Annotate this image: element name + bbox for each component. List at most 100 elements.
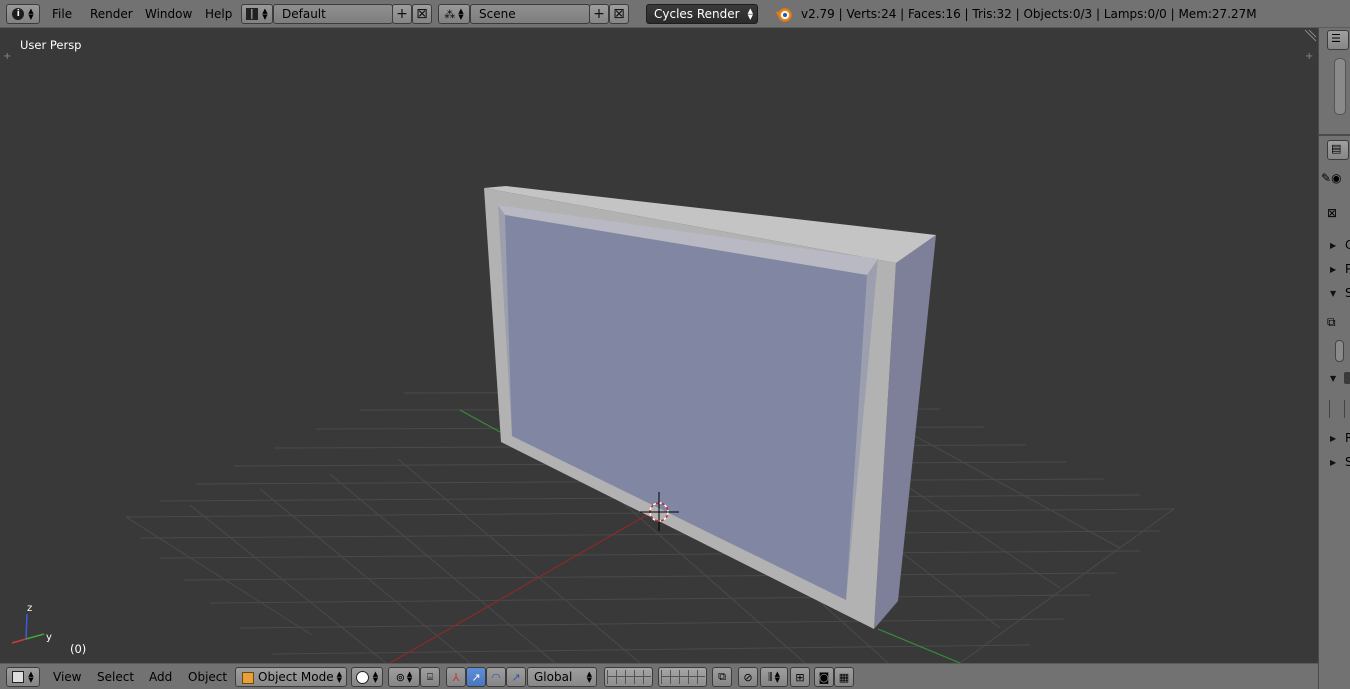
proportional-editing-button[interactable]: ⊘ — [738, 667, 758, 687]
panel-header-s2[interactable]: S — [1345, 455, 1350, 469]
viewport-shading-dropdown[interactable]: ▲ ▼ — [351, 667, 383, 687]
interaction-mode-dropdown[interactable]: Object Mode ▲ ▼ — [235, 667, 347, 687]
rotate-arc-icon: ◠ — [491, 670, 501, 684]
add-scene-button[interactable]: + — [589, 4, 609, 24]
close-icon: ⊠ — [613, 6, 625, 22]
manipulate-center-icon: ⌸ — [427, 671, 433, 683]
area-split-widget-left[interactable]: + — [3, 51, 11, 62]
scene-field[interactable]: Scene — [470, 4, 590, 24]
axis-label-y: y — [46, 632, 52, 643]
object-mode-icon — [242, 672, 254, 684]
scene-layers-1-button[interactable] — [604, 667, 653, 687]
info-header: i ▲ ▼ File Render Window Help ▲ ▼ Default … — [0, 0, 1350, 28]
chevron-updown-icon: ▲ ▼ — [28, 7, 34, 21]
clapboard-icon: ▦ — [838, 670, 850, 684]
menu-file[interactable]: File — [52, 7, 72, 21]
scene-layers-2-button[interactable] — [658, 667, 707, 687]
panel-header-r[interactable]: R — [1345, 431, 1350, 445]
pivot-only-locations-button[interactable]: ⌸ — [420, 667, 440, 687]
menu-window[interactable]: Window — [145, 7, 192, 21]
outliner-scrollbar[interactable] — [1334, 58, 1346, 115]
area-divider[interactable] — [1319, 134, 1350, 136]
manipulator-icon: ⅄ — [452, 670, 460, 684]
menu-object[interactable]: Object — [188, 670, 227, 684]
menu-help[interactable]: Help — [205, 7, 232, 21]
axis-label-z: z — [27, 603, 32, 614]
viewport-scene[interactable]: z y + + — [0, 28, 1318, 663]
panel-collapse-triangle[interactable]: ▶ — [1330, 458, 1336, 467]
menu-render[interactable]: Render — [90, 7, 133, 21]
chevron-updown-icon: ▲ ▼ — [406, 670, 413, 684]
snap-increment-icon: ⫼ — [768, 671, 773, 683]
panel-slider[interactable] — [1335, 340, 1344, 362]
render-engine-dropdown[interactable]: Cycles Render ▲ ▼ — [646, 4, 758, 24]
device-icon: ⧉ — [1327, 315, 1336, 329]
scene-selector[interactable]: ⁂ ▲ ▼ — [438, 4, 470, 24]
rotate-manipulator-button[interactable]: ◠ — [486, 667, 506, 687]
chevron-updown-icon: ▲ ▼ — [336, 670, 342, 684]
pin-icon: ✎ — [1321, 171, 1332, 185]
panel-collapse-triangle[interactable]: ▶ — [1330, 434, 1336, 443]
editor-type-selector[interactable]: i ▲ ▼ — [6, 4, 40, 24]
properties-icon: ▤ — [1331, 142, 1342, 155]
panel-header-c[interactable]: C — [1345, 238, 1350, 252]
screen-layout-field[interactable]: Default — [273, 4, 393, 24]
remove-scene-button[interactable]: ⊠ — [609, 4, 629, 24]
translate-manipulator-button[interactable]: ↗ — [466, 667, 486, 687]
area-split-widget-right[interactable]: + — [1305, 51, 1313, 62]
remove-layout-button[interactable]: ⊠ — [412, 4, 432, 24]
scale-manipulator-button[interactable]: ↗ — [506, 667, 526, 687]
render-tab-button[interactable]: ⊠ — [1327, 206, 1347, 224]
screen-layout-selector[interactable]: ▲ ▼ — [241, 4, 273, 24]
render-camera-icon: ⊠ — [1327, 206, 1338, 220]
layers-grid-icon — [660, 670, 705, 684]
chevron-updown-icon: ▲ ▼ — [774, 670, 780, 684]
panel-slider-pair[interactable] — [1329, 400, 1345, 418]
plus-icon: + — [396, 6, 408, 22]
properties-editor-type-button[interactable]: ▤ — [1327, 140, 1349, 160]
add-layout-button[interactable]: + — [392, 4, 412, 24]
snap-toggle-button[interactable]: ⊞ — [790, 667, 810, 687]
panel-collapse-triangle[interactable]: ▶ — [1330, 265, 1336, 274]
chevron-updown-icon: ▲ ▼ — [458, 7, 464, 21]
snap-element-dropdown[interactable]: ⫼ ▲ ▼ — [760, 667, 788, 687]
editor-type-selector-3d[interactable]: ▲ ▼ — [6, 667, 40, 687]
lock-camera-layers-button[interactable]: ⧉ — [712, 667, 732, 687]
menu-view[interactable]: View — [53, 670, 81, 684]
panel-collapse-triangle[interactable]: ▶ — [1330, 241, 1336, 250]
scene-icon: ⁂ — [444, 7, 456, 21]
scale-icon: ↗ — [511, 670, 521, 684]
layout-grid-icon — [246, 8, 259, 20]
blender-logo-icon — [776, 8, 792, 22]
layers-grid-icon — [606, 670, 651, 684]
scene-name: Scene — [479, 7, 516, 21]
device-dropdown-button[interactable]: ⧉ — [1327, 315, 1347, 333]
area-resize-corner[interactable] — [1304, 29, 1317, 42]
panel-header-p[interactable]: P — [1345, 262, 1350, 276]
frame-object[interactable] — [484, 186, 936, 629]
menu-select[interactable]: Select — [97, 670, 134, 684]
layer-lock-icon: ⧉ — [718, 670, 726, 683]
panel-checkbox[interactable] — [1344, 372, 1350, 384]
camera-render-icon: ◙ — [818, 670, 830, 684]
chevron-updown-icon: ▲ ▼ — [586, 670, 592, 684]
chevron-updown-icon: ▲ ▼ — [28, 670, 34, 684]
manipulator-toggle-button[interactable]: ⅄ — [446, 667, 466, 687]
properties-editor-edge: ☰ ▤ ✎◉ ⊠ ▶ C ▶ P ▼ S ⧉ ▼ ▶ R ▶ S — [1318, 28, 1350, 689]
panel-header-s[interactable]: S — [1345, 286, 1350, 300]
snap-magnet-icon: ⊞ — [795, 670, 805, 684]
menu-add[interactable]: Add — [149, 670, 172, 684]
screen-face — [505, 215, 867, 600]
chevron-updown-icon: ▲ ▼ — [747, 7, 753, 21]
3d-viewport[interactable]: z y + + User Persp (0) — [0, 28, 1318, 663]
close-icon: ⊠ — [416, 6, 428, 22]
render-context-tabs[interactable]: ✎◉ — [1321, 171, 1342, 185]
render-opengl-still-button[interactable]: ◙ — [814, 667, 834, 687]
cube-icon — [12, 671, 25, 683]
pivot-point-dropdown[interactable]: ⊚ ▲ ▼ — [388, 667, 420, 687]
transform-orientation-dropdown[interactable]: Global ▲ ▼ — [527, 667, 597, 687]
render-opengl-animation-button[interactable]: ▦ — [834, 667, 854, 687]
outliner-editor-type-button[interactable]: ☰ — [1327, 30, 1349, 50]
panel-expand-triangle[interactable]: ▼ — [1330, 289, 1336, 298]
panel-expand-triangle[interactable]: ▼ — [1330, 374, 1336, 383]
